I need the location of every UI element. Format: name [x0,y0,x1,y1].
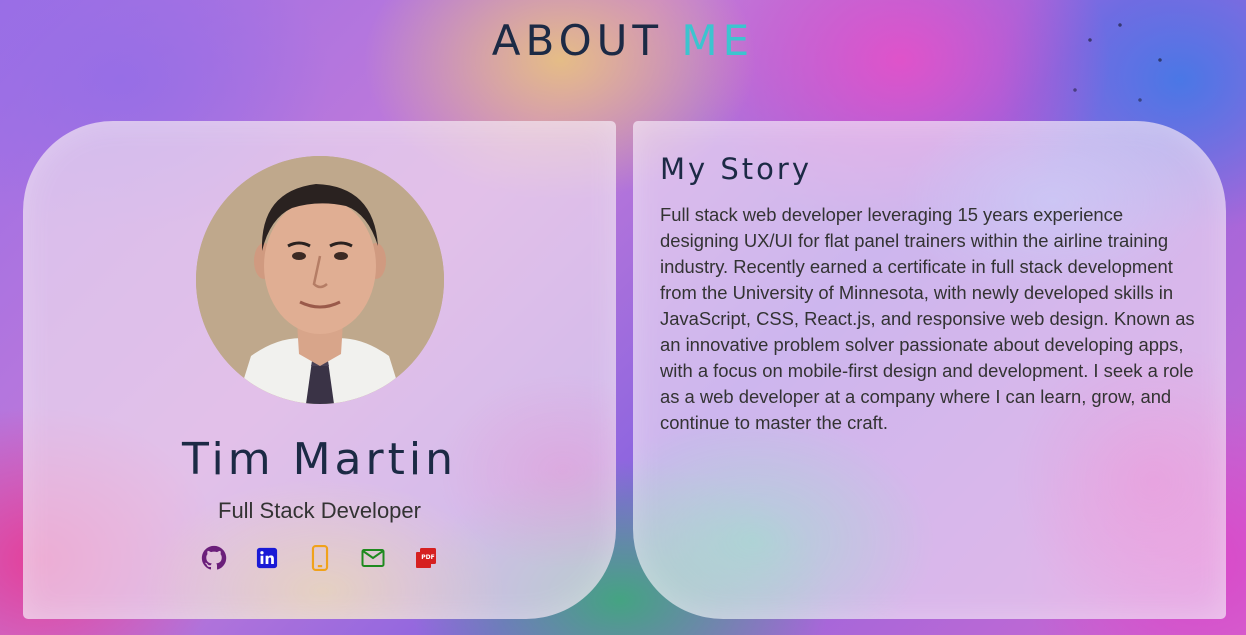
page-title: ABOUT ME [0,16,1246,65]
resume-pdf-link[interactable]: PDF [413,545,439,571]
story-text: Full stack web developer leveraging 15 y… [660,204,1195,433]
linkedin-link[interactable] [254,545,280,571]
avatar-photo [196,156,444,404]
story-title: My Story [660,152,813,186]
social-links: PDF [23,545,616,571]
profile-name: Tim Martin [182,434,457,485]
profile-card: Tim Martin Full Stack Developer PDF [23,121,616,619]
page-title-main: ABOUT [491,16,664,65]
phone-link[interactable] [307,545,333,571]
email-icon [361,549,384,567]
svg-text:PDF: PDF [421,554,434,561]
email-link[interactable] [360,545,386,571]
avatar [196,156,444,404]
page-title-accent: ME [681,16,755,65]
phone-icon [311,545,328,571]
story-card: My Story Full stack web developer levera… [633,121,1226,619]
linkedin-icon [256,547,277,569]
profile-role: Full Stack Developer [218,498,421,523]
github-icon [201,545,226,570]
github-link[interactable] [201,545,227,571]
pdf-icon: PDF [415,548,436,568]
